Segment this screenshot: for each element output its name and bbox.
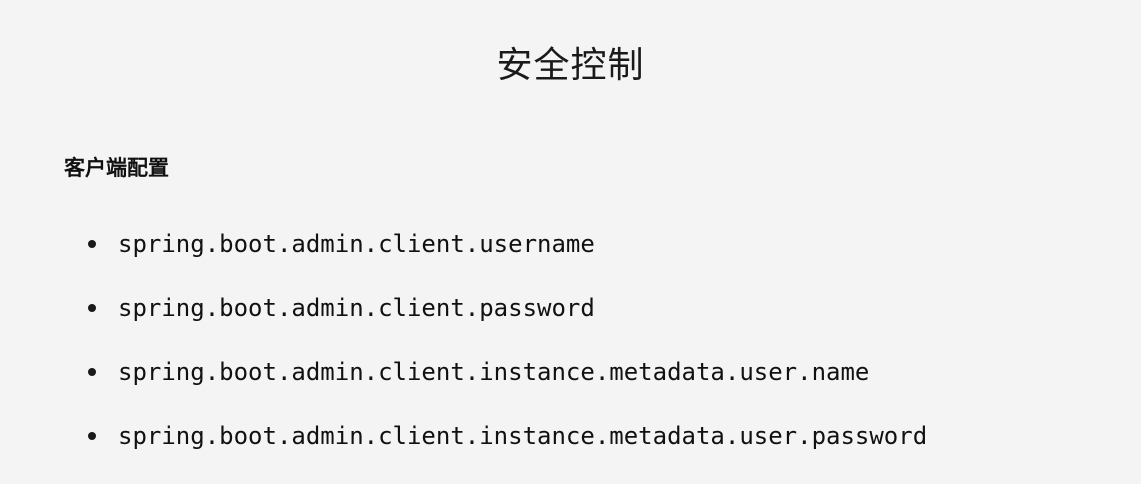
bullet-text: spring.boot.admin.client.password — [118, 294, 595, 322]
slide-title: 安全控制 — [496, 45, 645, 87]
section-heading: 客户端配置 — [64, 156, 169, 180]
bullet-text: spring.boot.admin.client.instance.metada… — [118, 358, 870, 386]
bullet-text: spring.boot.admin.client.instance.metada… — [118, 422, 928, 450]
bullet-icon — [88, 304, 96, 312]
bullet-icon — [88, 432, 96, 440]
list-item: spring.boot.admin.client.instance.metada… — [88, 404, 927, 468]
bullet-icon — [88, 240, 96, 248]
slide: 安全控制 客户端配置 spring.boot.admin.client.user… — [0, 0, 1141, 484]
bullet-list: spring.boot.admin.client.username spring… — [88, 212, 927, 468]
bullet-icon — [88, 368, 96, 376]
bullet-text: spring.boot.admin.client.username — [118, 230, 595, 258]
list-item: spring.boot.admin.client.username — [88, 212, 927, 276]
list-item: spring.boot.admin.client.instance.metada… — [88, 340, 927, 404]
list-item: spring.boot.admin.client.password — [88, 276, 927, 340]
